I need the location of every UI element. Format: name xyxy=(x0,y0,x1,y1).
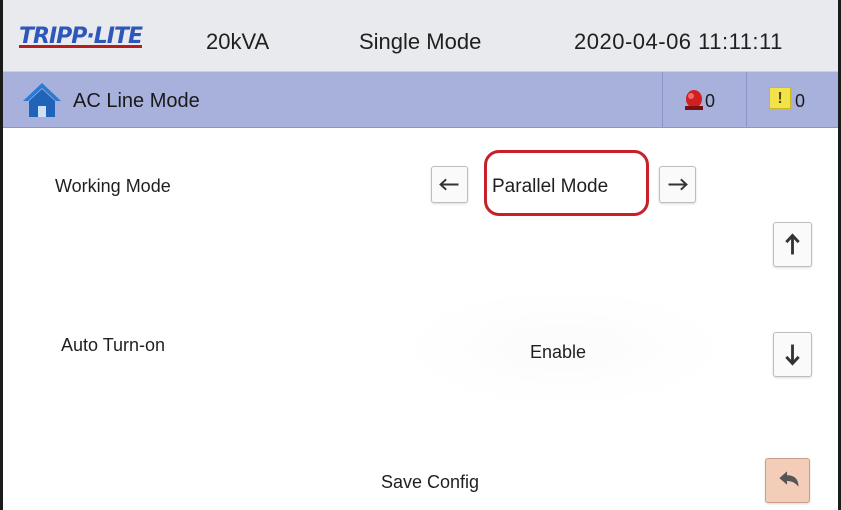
home-icon[interactable] xyxy=(21,81,63,119)
warning-indicator[interactable]: ! 0 xyxy=(746,72,838,128)
previous-option-button[interactable] xyxy=(431,166,468,203)
arrow-down-icon xyxy=(785,344,800,366)
brand-logo: TRIPP·LITE xyxy=(19,24,143,49)
auto-turn-on-value[interactable]: Enable xyxy=(530,342,586,363)
status-bar: TRIPP·LITE 20kVA Single Mode 2020-04-06 … xyxy=(3,0,838,72)
system-mode: Single Mode xyxy=(359,29,482,54)
return-arrow-icon xyxy=(779,471,799,487)
alarm-count: 0 xyxy=(705,91,716,111)
date-time: 2020-04-06 11:11:11 xyxy=(574,29,783,54)
page-title: AC Line Mode xyxy=(73,90,200,112)
alarm-siren-icon xyxy=(683,88,705,110)
working-mode-value[interactable]: Parallel Mode xyxy=(492,176,608,198)
warning-count: 0 xyxy=(795,91,806,111)
arrow-left-icon xyxy=(439,178,459,191)
warning-icon: ! xyxy=(769,87,791,109)
next-option-button[interactable] xyxy=(659,166,696,203)
capacity-rating: 20kVA xyxy=(206,29,270,54)
scroll-down-button[interactable] xyxy=(773,332,812,377)
save-config-button[interactable]: Save Config xyxy=(381,472,479,493)
scroll-up-button[interactable] xyxy=(773,222,812,267)
ups-lcd-screen: TRIPP·LITE 20kVA Single Mode 2020-04-06 … xyxy=(0,0,841,510)
arrow-up-icon xyxy=(785,233,800,255)
alarm-indicator[interactable]: 0 xyxy=(662,72,746,128)
title-bar: AC Line Mode 0 ! 0 xyxy=(3,72,838,128)
arrow-right-icon xyxy=(668,178,688,191)
auto-turn-on-label: Auto Turn-on xyxy=(61,335,166,355)
back-button[interactable] xyxy=(765,458,810,503)
working-mode-label: Working Mode xyxy=(55,176,171,196)
